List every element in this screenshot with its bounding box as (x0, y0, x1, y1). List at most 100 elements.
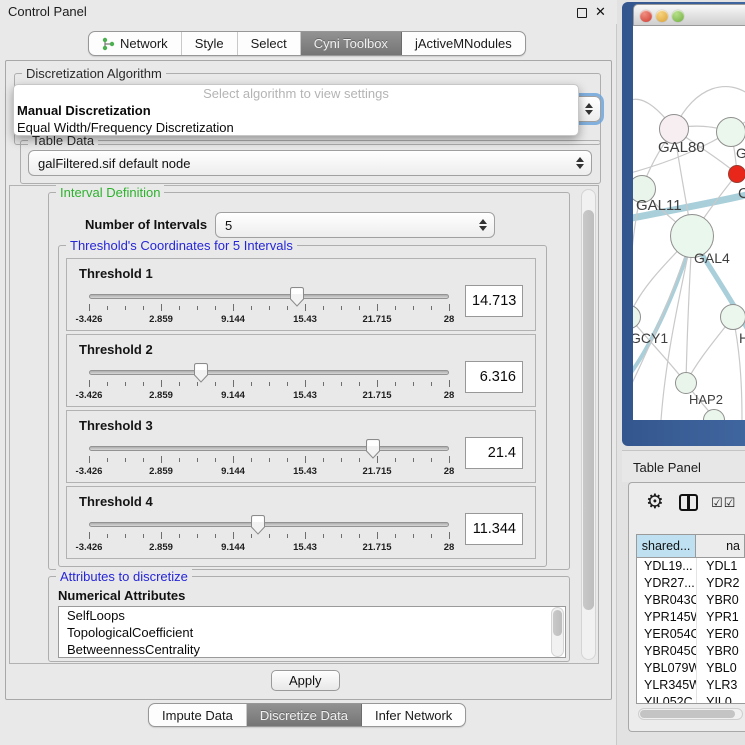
threshold-slider[interactable]: -3.4262.8599.14415.4321.71528 (89, 291, 449, 335)
panel-title: Control Panel (8, 4, 87, 19)
table-cell[interactable]: YDR27... (637, 575, 696, 592)
threshold-slider[interactable]: -3.4262.8599.14415.4321.71528 (89, 519, 449, 563)
table-cell[interactable]: YBR0 (696, 592, 745, 609)
threshold-slider[interactable]: -3.4262.8599.14415.4321.71528 (89, 367, 449, 411)
threshold-panel: Threshold 1 -3.4262.8599.14415.4321.7152… (66, 258, 536, 331)
slider-track[interactable] (89, 370, 449, 375)
table-horizontal-scrollbar[interactable] (638, 708, 743, 720)
slider-thumb[interactable] (365, 439, 381, 459)
table-cell[interactable]: YIL052C (637, 694, 696, 704)
tab-select[interactable]: Select (238, 32, 301, 55)
threshold-panel: Threshold 3 -3.4262.8599.14415.4321.7152… (66, 410, 536, 483)
tab-style[interactable]: Style (182, 32, 238, 55)
slider-thumb[interactable] (250, 515, 266, 535)
slider-track[interactable] (89, 522, 449, 527)
table-cell[interactable]: YER054C (637, 626, 696, 643)
threshold-label: Threshold 2 (79, 342, 523, 357)
table-cell[interactable]: YBR043C (637, 592, 696, 609)
minimize-traffic-light-icon[interactable] (656, 10, 668, 22)
network-node[interactable] (716, 117, 745, 147)
network-node-label: HAP2 (689, 392, 723, 407)
dropdown-option-equal-width[interactable]: Equal Width/Frequency Discretization (14, 119, 578, 136)
table-panel-title: Table Panel (633, 460, 701, 475)
table-cell[interactable]: YDL1 (696, 558, 745, 575)
table-cell[interactable]: YIL0 (696, 694, 745, 704)
slider-thumb[interactable] (289, 287, 305, 307)
table-cell[interactable]: YBL0 (696, 660, 745, 677)
number-of-intervals-combobox[interactable]: 5 (215, 212, 495, 238)
table-cell[interactable]: YLR345W (637, 677, 696, 694)
apply-button[interactable]: Apply (271, 670, 340, 691)
scrollbar-thumb[interactable] (553, 610, 562, 636)
zoom-traffic-light-icon[interactable] (672, 10, 684, 22)
table-cell[interactable]: YLR3 (696, 677, 745, 694)
table-cell[interactable]: YPR1 (696, 609, 745, 626)
slider-track[interactable] (89, 446, 449, 451)
tab-cyni-toolbox[interactable]: Cyni Toolbox (301, 32, 402, 55)
table-row[interactable]: YBL079WYBL0 (637, 660, 745, 677)
node-table: shared... na YDL19...YDL1YDR27...YDR2YBR… (636, 534, 745, 704)
select-columns-checkboxes-icon[interactable]: ☑☑ (711, 496, 736, 511)
threshold-value-field[interactable] (465, 285, 523, 317)
close-traffic-light-icon[interactable] (640, 10, 652, 22)
network-node-label: GAL11 (636, 197, 682, 214)
network-node-label: GCY1 (633, 330, 668, 346)
threshold-slider[interactable]: -3.4262.8599.14415.4321.71528 (89, 443, 449, 487)
tab-network[interactable]: Network (89, 32, 182, 55)
table-row[interactable]: YPR145WYPR1 (637, 609, 745, 626)
column-header-shared-name[interactable]: shared... (637, 535, 696, 557)
column-header-name[interactable]: na (696, 535, 745, 557)
threshold-value-field[interactable] (465, 361, 523, 393)
table-cell[interactable]: YBR0 (696, 643, 745, 660)
close-icon[interactable]: ✕ (595, 4, 606, 20)
table-row[interactable]: YDR27...YDR2 (637, 575, 745, 592)
list-item[interactable]: BetweennessCentrality (59, 641, 565, 658)
scrollbar-thumb[interactable] (583, 210, 594, 610)
tab-infer-network[interactable]: Infer Network (362, 704, 465, 726)
table-cell[interactable]: YDR2 (696, 575, 745, 592)
scrollbar-thumb[interactable] (640, 710, 735, 718)
network-node-label: GAL4 (694, 250, 730, 266)
float-window-icon[interactable] (577, 8, 587, 18)
network-node[interactable] (720, 304, 745, 330)
slider-ticks (89, 456, 449, 464)
algorithm-dropdown-popup: Select algorithm to view settings Manual… (13, 84, 579, 136)
network-node[interactable] (728, 165, 745, 183)
slider-ticks (89, 532, 449, 540)
table-cell[interactable]: YBL079W (637, 660, 696, 677)
threshold-value-field[interactable] (465, 437, 523, 469)
table-row[interactable]: YDL19...YDL1 (637, 558, 745, 575)
table-cell[interactable]: YBR045C (637, 643, 696, 660)
attributes-list-scrollbar[interactable] (551, 607, 564, 657)
column-layout-icon[interactable] (679, 494, 698, 511)
slider-tick-labels: -3.4262.8599.14415.4321.71528 (89, 390, 449, 402)
thresholds-group-label: Threshold's Coordinates for 5 Intervals (66, 238, 297, 253)
network-node[interactable] (675, 372, 697, 394)
network-window-titlebar[interactable] (633, 4, 745, 26)
interval-definition-group-label: Interval Definition (56, 185, 164, 200)
table-row[interactable]: YBR043CYBR0 (637, 592, 745, 609)
table-row[interactable]: YLR345WYLR3 (637, 677, 745, 694)
table-data-combobox[interactable]: galFiltered.sif default node (28, 150, 592, 176)
numerical-attributes-list[interactable]: SelfLoopsTopologicalCoefficientBetweenne… (58, 606, 566, 658)
network-canvas[interactable]: GAL80GCGAL11GAL4GCY1HHAP2 (633, 26, 745, 420)
table-row[interactable]: YER054CYER0 (637, 626, 745, 643)
tab-discretize-data[interactable]: Discretize Data (247, 704, 362, 726)
list-item[interactable]: TopologicalCoefficient (59, 624, 565, 641)
dropdown-option-manual[interactable]: Manual Discretization (14, 102, 578, 119)
gear-icon[interactable]: ⚙ (646, 489, 664, 513)
threshold-label: Threshold 4 (79, 494, 523, 509)
table-cell[interactable]: YPR145W (637, 609, 696, 626)
tab-impute-data[interactable]: Impute Data (149, 704, 247, 726)
threshold-value-field[interactable] (465, 513, 523, 545)
vertical-scrollbar[interactable] (581, 189, 596, 660)
tab-jactivemnodules[interactable]: jActiveMNodules (402, 32, 525, 55)
slider-thumb[interactable] (193, 363, 209, 383)
table-cell[interactable]: YER0 (696, 626, 745, 643)
table-row[interactable]: YBR045CYBR0 (637, 643, 745, 660)
table-row[interactable]: YIL052CYIL0 (637, 694, 745, 704)
discretization-algorithm-group-label: Discretization Algorithm (22, 66, 166, 81)
slider-track[interactable] (89, 294, 449, 299)
list-item[interactable]: SelfLoops (59, 607, 565, 624)
table-cell[interactable]: YDL19... (637, 558, 696, 575)
